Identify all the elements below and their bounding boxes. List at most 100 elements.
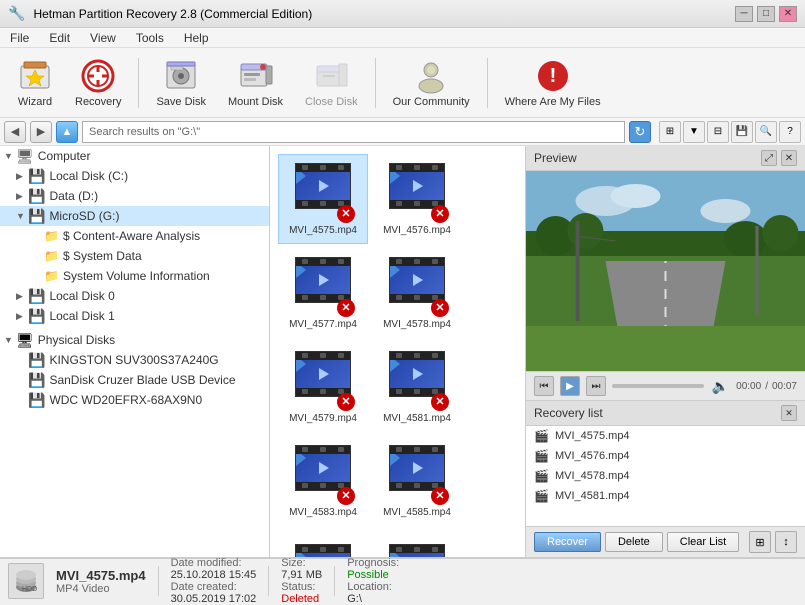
file-item-mvi4579[interactable]: ✕ MVI_4579.mp4 [278, 342, 368, 432]
help-button[interactable]: ? [779, 121, 801, 143]
recovery-icon [80, 58, 116, 94]
fast-forward-button[interactable]: ⏭ [586, 376, 606, 396]
file-icon: ✕ [295, 351, 351, 407]
delete-button[interactable]: Delete [605, 532, 663, 552]
tree-item-system-data[interactable]: 📁 $ System Data [0, 246, 269, 266]
close-disk-label: Close Disk [305, 96, 358, 108]
file-item-mvi4587b[interactable]: ✕ [372, 530, 462, 557]
close-button[interactable]: ✕ [779, 6, 797, 22]
view-buttons: ⊞ ▼ ⊟ 💾 🔍 ? [659, 121, 801, 143]
up-button[interactable]: ▲ [56, 121, 78, 143]
date-modified-label: Date modified: [171, 557, 257, 569]
file-item-mvi4575[interactable]: ✕ MVI_4575.mp4 [278, 154, 368, 244]
tree-item-physical-disks[interactable]: ▼ 🖥 Physical Disks [0, 330, 269, 350]
status-date-modified: Date modified: 25.10.2018 15:45 [171, 557, 257, 581]
view-icons-button[interactable]: ⊞ [659, 121, 681, 143]
tree-item-kingston[interactable]: 💾 KINGSTON SUV300S37A240G [0, 350, 269, 370]
clear-list-button[interactable]: Clear List [667, 532, 739, 552]
tree-item-sys-vol-info[interactable]: 📁 System Volume Information [0, 266, 269, 286]
rl-name-1: MVI_4576.mp4 [555, 450, 630, 462]
file-item-mvi4581[interactable]: ✕ MVI_4581.mp4 [372, 342, 462, 432]
recovery-button[interactable]: Recovery [66, 53, 130, 113]
large-icons-button[interactable]: ⊟ [707, 121, 729, 143]
filter-button[interactable]: ▼ [683, 121, 705, 143]
svg-text:!: ! [549, 65, 556, 87]
title-icon: 🔧 [8, 5, 25, 22]
save-disk-button[interactable]: Save Disk [147, 53, 215, 113]
preview-header: Preview ⤢ ✕ [526, 146, 805, 171]
search-button[interactable]: 🔍 [755, 121, 777, 143]
save-list-button[interactable]: 💾 [731, 121, 753, 143]
rl-name-0: MVI_4575.mp4 [555, 430, 630, 442]
file-icon: ✕ [295, 544, 351, 557]
tree-label-microsd: MicroSD (G:) [49, 209, 119, 223]
file-name-mvi4577: MVI_4577.mp4 [289, 319, 357, 330]
menu-file[interactable]: File [4, 29, 35, 47]
deleted-badge: ✕ [431, 299, 449, 317]
preview-title: Preview [534, 151, 577, 165]
status-value: Deleted [281, 593, 322, 605]
time-sep: / [765, 381, 768, 392]
list-item[interactable]: 🎬 MVI_4578.mp4 [526, 466, 805, 486]
preview-expand-button[interactable]: ⤢ [761, 150, 777, 166]
list-item[interactable]: 🎬 MVI_4581.mp4 [526, 486, 805, 506]
search-input[interactable] [82, 121, 625, 143]
recovery-list-close-button[interactable]: ✕ [781, 405, 797, 421]
close-disk-button[interactable]: Close Disk [296, 53, 367, 113]
list-item[interactable]: 🎬 MVI_4575.mp4 [526, 426, 805, 446]
wizard-button[interactable]: Wizard [8, 53, 62, 113]
rewind-button[interactable]: ⏮ [534, 376, 554, 396]
forward-button[interactable]: ▶ [30, 121, 52, 143]
where-files-icon: ! [535, 58, 571, 94]
community-button[interactable]: Our Community [384, 53, 479, 113]
wdc-icon: 💾 [28, 392, 45, 409]
deleted-badge: ✕ [337, 393, 355, 411]
tree-item-wdc[interactable]: 💾 WDC WD20EFRX-68AX9N0 [0, 390, 269, 410]
file-item-mvi4577[interactable]: ✕ MVI_4577.mp4 [278, 248, 368, 338]
file-name-mvi4579: MVI_4579.mp4 [289, 413, 357, 424]
tree-item-microsd[interactable]: ▼ 💾 MicroSD (G:) [0, 206, 269, 226]
minimize-button[interactable]: ─ [735, 6, 753, 22]
mount-disk-label: Mount Disk [228, 96, 283, 108]
file-item-mvi4585[interactable]: ✕ MVI_4585.mp4 [372, 436, 462, 526]
sort-list-button[interactable]: ⊞ [749, 531, 771, 553]
tree-item-local-disk-1[interactable]: ▶ 💾 Local Disk 1 [0, 306, 269, 326]
mount-disk-button[interactable]: Mount Disk [219, 53, 292, 113]
recover-button[interactable]: Recover [534, 532, 601, 552]
maximize-button[interactable]: □ [757, 6, 775, 22]
menu-view[interactable]: View [84, 29, 122, 47]
where-files-button[interactable]: ! Where Are My Files [496, 53, 610, 113]
preview-close-button[interactable]: ✕ [781, 150, 797, 166]
status-label: Status: [281, 581, 322, 593]
tree-item-computer[interactable]: ▼ 🖥 Computer [0, 146, 269, 166]
back-button[interactable]: ◀ [4, 121, 26, 143]
menu-help[interactable]: Help [178, 29, 215, 47]
progress-bar[interactable] [612, 384, 704, 388]
list-item[interactable]: 🎬 MVI_4576.mp4 [526, 446, 805, 466]
file-item-mvi4576[interactable]: ✕ MVI_4576.mp4 [372, 154, 462, 244]
menu-edit[interactable]: Edit [43, 29, 76, 47]
sort-order-button[interactable]: ↕ [775, 531, 797, 553]
size-label: Size: [281, 557, 322, 569]
file-item-mvi4587a[interactable]: ✕ [278, 530, 368, 557]
status-location: Location: G:\ [347, 581, 399, 605]
toolbar-separator-2 [375, 58, 376, 108]
titlebar: 🔧 Hetman Partition Recovery 2.8 (Commerc… [0, 0, 805, 28]
file-item-mvi4583[interactable]: ✕ MVI_4583.mp4 [278, 436, 368, 526]
date-created-label: Date created: [171, 581, 257, 593]
menu-tools[interactable]: Tools [130, 29, 170, 47]
tree-item-content-aware[interactable]: 📁 $ Content-Aware Analysis [0, 226, 269, 246]
refresh-button[interactable]: ↻ [629, 121, 651, 143]
file-name-mvi4585: MVI_4585.mp4 [383, 507, 451, 518]
toolbar-separator-1 [138, 58, 139, 108]
tree-arrow: ▼ [4, 335, 16, 345]
play-button[interactable]: ▶ [560, 376, 580, 396]
tree-item-local-c[interactable]: ▶ 💾 Local Disk (C:) [0, 166, 269, 186]
tree-item-local-disk-0[interactable]: ▶ 💾 Local Disk 0 [0, 286, 269, 306]
file-name-mvi4575: MVI_4575.mp4 [289, 225, 357, 236]
file-item-mvi4578[interactable]: ✕ MVI_4578.mp4 [372, 248, 462, 338]
file-name-mvi4583: MVI_4583.mp4 [289, 507, 357, 518]
tree-item-data-d[interactable]: ▶ 💾 Data (D:) [0, 186, 269, 206]
tree-label-computer: Computer [38, 149, 91, 163]
tree-item-sandisk[interactable]: 💾 SanDisk Cruzer Blade USB Device [0, 370, 269, 390]
